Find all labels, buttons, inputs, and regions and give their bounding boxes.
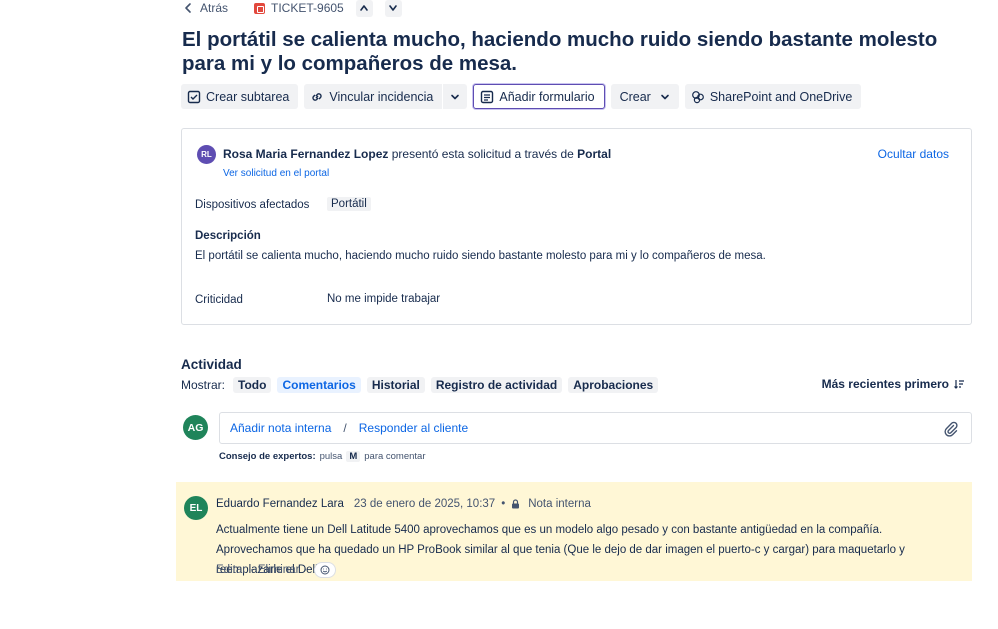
comment-composer[interactable]: Añadir nota interna / Responder al clien… xyxy=(219,412,972,444)
chevron-left-icon xyxy=(185,3,191,13)
ticket-type-icon xyxy=(254,2,266,14)
note-date[interactable]: 23 de enero de 2025, 10:37 xyxy=(354,498,495,510)
author-avatar[interactable]: EL xyxy=(184,496,208,520)
hide-data-link[interactable]: Ocultar datos xyxy=(878,147,949,161)
paperclip-icon[interactable] xyxy=(943,421,959,437)
create-subtask-label: Crear subtarea xyxy=(206,89,290,104)
next-ticket-button[interactable] xyxy=(384,0,402,17)
note-header: Eduardo Fernandez Lara 23 de enero de 20… xyxy=(216,498,591,510)
link-issue-split: Vincular incidencia xyxy=(304,84,468,109)
tip-label: Consejo de expertos: xyxy=(219,451,316,462)
chevron-down-icon xyxy=(451,94,460,99)
ticket-id[interactable]: TICKET-9605 xyxy=(271,1,344,15)
back-label: Atrás xyxy=(200,1,229,15)
add-internal-note-button[interactable]: Añadir nota interna xyxy=(230,421,331,435)
view-request-link[interactable]: Ver solicitud en el portal xyxy=(223,168,329,179)
link-issue-button[interactable]: Vincular incidencia xyxy=(304,84,443,109)
create-subtask-button[interactable]: Crear subtarea xyxy=(181,84,299,109)
ticket-breadcrumb: TICKET-9605 xyxy=(254,0,402,17)
note-actions: Editar · Eliminar · xyxy=(216,562,337,578)
create-label: Crear xyxy=(619,89,651,104)
description-value: El portátil se calienta mucho, haciendo … xyxy=(195,250,766,262)
add-form-button[interactable]: Añadir formulario xyxy=(473,84,605,109)
note-badge: Nota interna xyxy=(528,498,591,510)
requester-name[interactable]: Rosa Maria Fernandez Lopez xyxy=(223,147,388,161)
note-dot: • xyxy=(501,498,506,510)
back-button[interactable]: Atrás xyxy=(182,1,228,15)
lock-icon xyxy=(512,499,520,509)
sharepoint-icon xyxy=(691,90,704,103)
current-user-avatar: AG xyxy=(183,415,208,440)
filter-comments[interactable]: Comentarios xyxy=(277,376,361,393)
filter-activity-log[interactable]: Registro de actividad xyxy=(430,376,563,393)
top-navigation: Atrás TICKET-9605 xyxy=(182,0,402,17)
composer-separator: / xyxy=(343,421,347,435)
requester-line: Rosa Maria Fernandez Lopez presentó esta… xyxy=(223,147,611,161)
emoji-icon xyxy=(320,565,330,575)
chevron-down-icon xyxy=(661,94,669,99)
show-label: Mostrar: xyxy=(181,377,226,392)
previous-ticket-button[interactable] xyxy=(355,0,373,17)
criticality-value: No me impide trabajar xyxy=(327,293,441,305)
shortcut-key: M xyxy=(346,451,361,462)
requester-via-text: presentó esta solicitud a través de xyxy=(391,147,574,161)
sort-icon xyxy=(954,380,964,389)
tip-press: pulsa xyxy=(319,451,343,462)
sort-label: Más recientes primero xyxy=(821,377,949,391)
filter-history[interactable]: Historial xyxy=(366,376,425,393)
devices-label: Dispositivos afectados xyxy=(195,199,310,211)
chevron-up-icon xyxy=(360,5,369,11)
devices-value: Portátil xyxy=(327,197,371,211)
sort-button[interactable]: Más recientes primero xyxy=(822,377,965,391)
reply-customer-button[interactable]: Responder al cliente xyxy=(359,421,468,435)
sharepoint-onedrive-button[interactable]: SharePoint and OneDrive xyxy=(684,84,862,109)
issue-toolbar: Crear subtarea Vincular incidencia Añadi… xyxy=(181,84,862,109)
delete-button[interactable]: Eliminar xyxy=(258,564,300,576)
action-separator: · xyxy=(250,564,254,576)
requester-avatar[interactable]: RL xyxy=(197,145,216,164)
subtask-icon xyxy=(187,90,201,103)
activity-heading: Actividad xyxy=(181,357,242,372)
description-label: Descripción xyxy=(195,230,261,242)
action-separator: · xyxy=(303,564,308,576)
note-author[interactable]: Eduardo Fernandez Lara xyxy=(216,498,344,510)
link-issue-label: Vincular incidencia xyxy=(329,89,434,104)
form-icon xyxy=(481,90,494,103)
criticality-label: Criticidad xyxy=(195,294,243,306)
add-form-label: Añadir formulario xyxy=(499,89,595,104)
tip-rest: para comentar xyxy=(364,451,426,462)
page-title[interactable]: El portátil se calienta mucho, haciendo … xyxy=(182,28,972,76)
link-issue-dropdown[interactable] xyxy=(443,84,468,109)
chevron-down-icon xyxy=(389,5,398,11)
filter-approvals[interactable]: Aprobaciones xyxy=(568,376,659,393)
sharepoint-label: SharePoint and OneDrive xyxy=(709,89,853,104)
request-channel: Portal xyxy=(577,147,612,161)
pro-tip: Consejo de expertos: pulsa M para coment… xyxy=(219,451,426,462)
internal-note-comment: EL Eduardo Fernandez Lara 23 de enero de… xyxy=(176,482,972,581)
activity-filters: Mostrar: Todo Comentarios Historial Regi… xyxy=(181,376,659,393)
device-chip: Portátil xyxy=(327,197,371,211)
create-menu-button[interactable]: Crear xyxy=(610,84,679,109)
filter-all[interactable]: Todo xyxy=(233,376,272,393)
add-reaction-button[interactable] xyxy=(314,562,337,578)
request-details-panel: RL Rosa Maria Fernandez Lopez presentó e… xyxy=(181,128,972,325)
link-icon xyxy=(312,92,323,101)
edit-button[interactable]: Editar xyxy=(216,564,246,576)
